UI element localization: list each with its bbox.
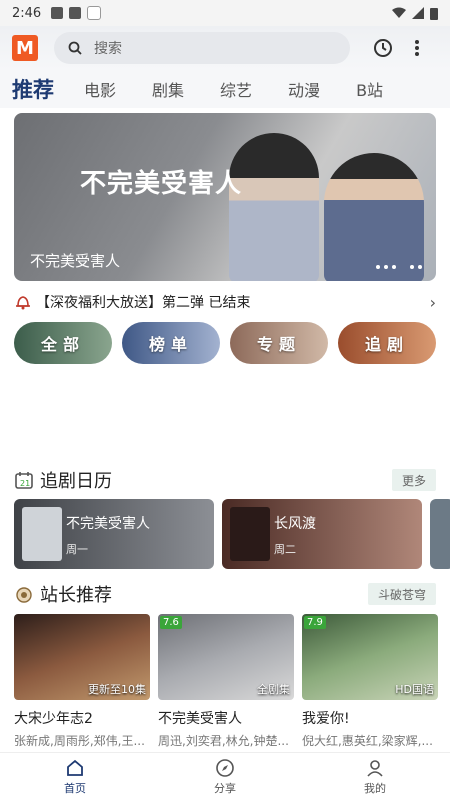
search-placeholder: 搜索 — [94, 41, 122, 57]
nav-home[interactable]: 首页 — [0, 753, 150, 800]
user-icon — [367, 759, 383, 777]
category-topic-button[interactable]: 专题 — [230, 322, 328, 364]
category-ranking-button[interactable]: 榜单 — [122, 322, 220, 364]
category-shortcuts: 全部 榜单 专题 追剧 — [14, 322, 450, 364]
recommend-card[interactable]: 7.9 HD国语 我爱你! 倪大红,惠英红,梁家辉,... — [302, 614, 438, 749]
image-icon — [51, 7, 64, 19]
tab-bilibili[interactable]: B站 — [356, 77, 383, 101]
nav-share[interactable]: 分享 — [150, 753, 300, 800]
app-logo[interactable]: M — [12, 35, 38, 61]
tab-movie[interactable]: 电影 — [84, 77, 116, 101]
episode-tag: 更新至10集 — [88, 683, 146, 696]
recommend-cast: 张新成,周雨彤,郑伟,王... — [14, 734, 145, 748]
calendar-show-name: 不完美受害人 — [66, 516, 150, 532]
recommend-title: 不完美受害人 — [158, 711, 242, 727]
chevron-right-icon: › — [429, 292, 436, 312]
section-title: 站长推荐 — [40, 585, 112, 606]
app-icon — [69, 7, 82, 19]
poster-image: 更新至10集 — [14, 614, 150, 700]
status-bar: 2:46 — [0, 0, 450, 26]
episode-tag: HD国语 — [395, 683, 434, 696]
recommend-section-header: 站长推荐 斗破苍穹 — [14, 582, 436, 606]
recommend-card[interactable]: 7.6 全剧集 不完美受害人 周迅,刘奕君,林允,钟楚... — [158, 614, 294, 749]
calendar-list: 不完美受害人 周一 长风渡 周二 — [14, 499, 450, 569]
calendar-card-partial[interactable] — [430, 499, 450, 569]
calendar-show-name: 长风渡 — [274, 516, 316, 532]
poster-image: 7.6 全剧集 — [158, 614, 294, 700]
calendar-thumbnail — [230, 507, 270, 561]
calendar-card[interactable]: 不完美受害人 周一 — [14, 499, 214, 569]
calendar-thumbnail — [22, 507, 62, 561]
tab-anime[interactable]: 动漫 — [288, 77, 320, 101]
category-tabs: 推荐 电影 剧集 综艺 动漫 B站 — [0, 70, 450, 108]
section-title: 追剧日历 — [40, 471, 112, 492]
category-all-button[interactable]: 全部 — [14, 322, 112, 364]
bottom-nav: 首页 分享 我的 — [0, 752, 450, 800]
search-icon — [68, 41, 82, 55]
spacer — [0, 385, 450, 455]
wifi-icon — [392, 7, 406, 18]
calendar-card[interactable]: 长风渡 周二 — [222, 499, 422, 569]
banner-pagination — [376, 265, 422, 269]
nav-label: 首页 — [64, 781, 86, 795]
banner-caption: 不完美受害人 — [30, 252, 121, 270]
status-time: 2:46 — [12, 5, 42, 21]
tab-series[interactable]: 剧集 — [152, 77, 184, 101]
nav-label: 分享 — [214, 781, 236, 795]
medal-icon — [16, 587, 32, 603]
battery-icon — [430, 7, 438, 20]
more-vertical-icon — [415, 40, 419, 56]
category-follow-button[interactable]: 追剧 — [338, 322, 436, 364]
poster-image: 7.9 HD国语 — [302, 614, 438, 700]
calendar-icon: 21 — [15, 472, 33, 489]
svg-text:21: 21 — [20, 479, 30, 488]
more-menu-button[interactable] — [406, 37, 428, 59]
notification-icon — [87, 6, 102, 20]
home-icon — [67, 759, 83, 776]
recommend-cast: 周迅,刘奕君,林允,钟楚... — [158, 734, 289, 748]
history-button[interactable] — [372, 37, 394, 59]
hero-banner[interactable]: 不完美受害人 不完美受害人 — [14, 113, 436, 281]
recommend-title: 我爱你! — [302, 711, 350, 727]
bell-icon — [16, 296, 30, 310]
banner-figure-man — [324, 153, 424, 281]
episode-tag: 全剧集 — [257, 683, 290, 696]
calendar-section-header: 21 追剧日历 更多 — [14, 468, 436, 492]
search-input[interactable]: 搜索 — [54, 32, 350, 64]
banner-figure-woman — [229, 133, 319, 281]
calendar-day: 周一 — [66, 543, 88, 556]
compass-icon — [216, 758, 234, 777]
notice-text: 【深夜福利大放送】第二弹 已结束 — [36, 295, 251, 311]
tab-variety[interactable]: 综艺 — [220, 77, 252, 101]
score-badge: 7.6 — [160, 616, 182, 629]
notice-bar[interactable]: 【深夜福利大放送】第二弹 已结束 › — [14, 291, 436, 313]
recommend-title: 大宋少年志2 — [14, 711, 93, 727]
history-icon — [374, 39, 392, 57]
recommend-cast: 倪大红,惠英红,梁家辉,... — [302, 734, 433, 748]
banner-art-title: 不完美受害人 — [80, 169, 243, 199]
signal-icon — [412, 7, 424, 19]
nav-profile[interactable]: 我的 — [300, 753, 450, 800]
recommend-action-button[interactable]: 斗破苍穹 — [367, 583, 436, 605]
nav-label: 我的 — [364, 781, 386, 795]
score-badge: 7.9 — [304, 616, 326, 629]
calendar-day: 周二 — [274, 543, 296, 556]
app-header: M 搜索 — [0, 26, 450, 70]
calendar-more-button[interactable]: 更多 — [391, 469, 436, 491]
tab-recommend[interactable]: 推荐 — [12, 74, 54, 104]
recommend-list: 更新至10集 大宋少年志2 张新成,周雨彤,郑伟,王... 7.6 全剧集 不完… — [14, 614, 450, 749]
recommend-card[interactable]: 更新至10集 大宋少年志2 张新成,周雨彤,郑伟,王... — [14, 614, 150, 749]
